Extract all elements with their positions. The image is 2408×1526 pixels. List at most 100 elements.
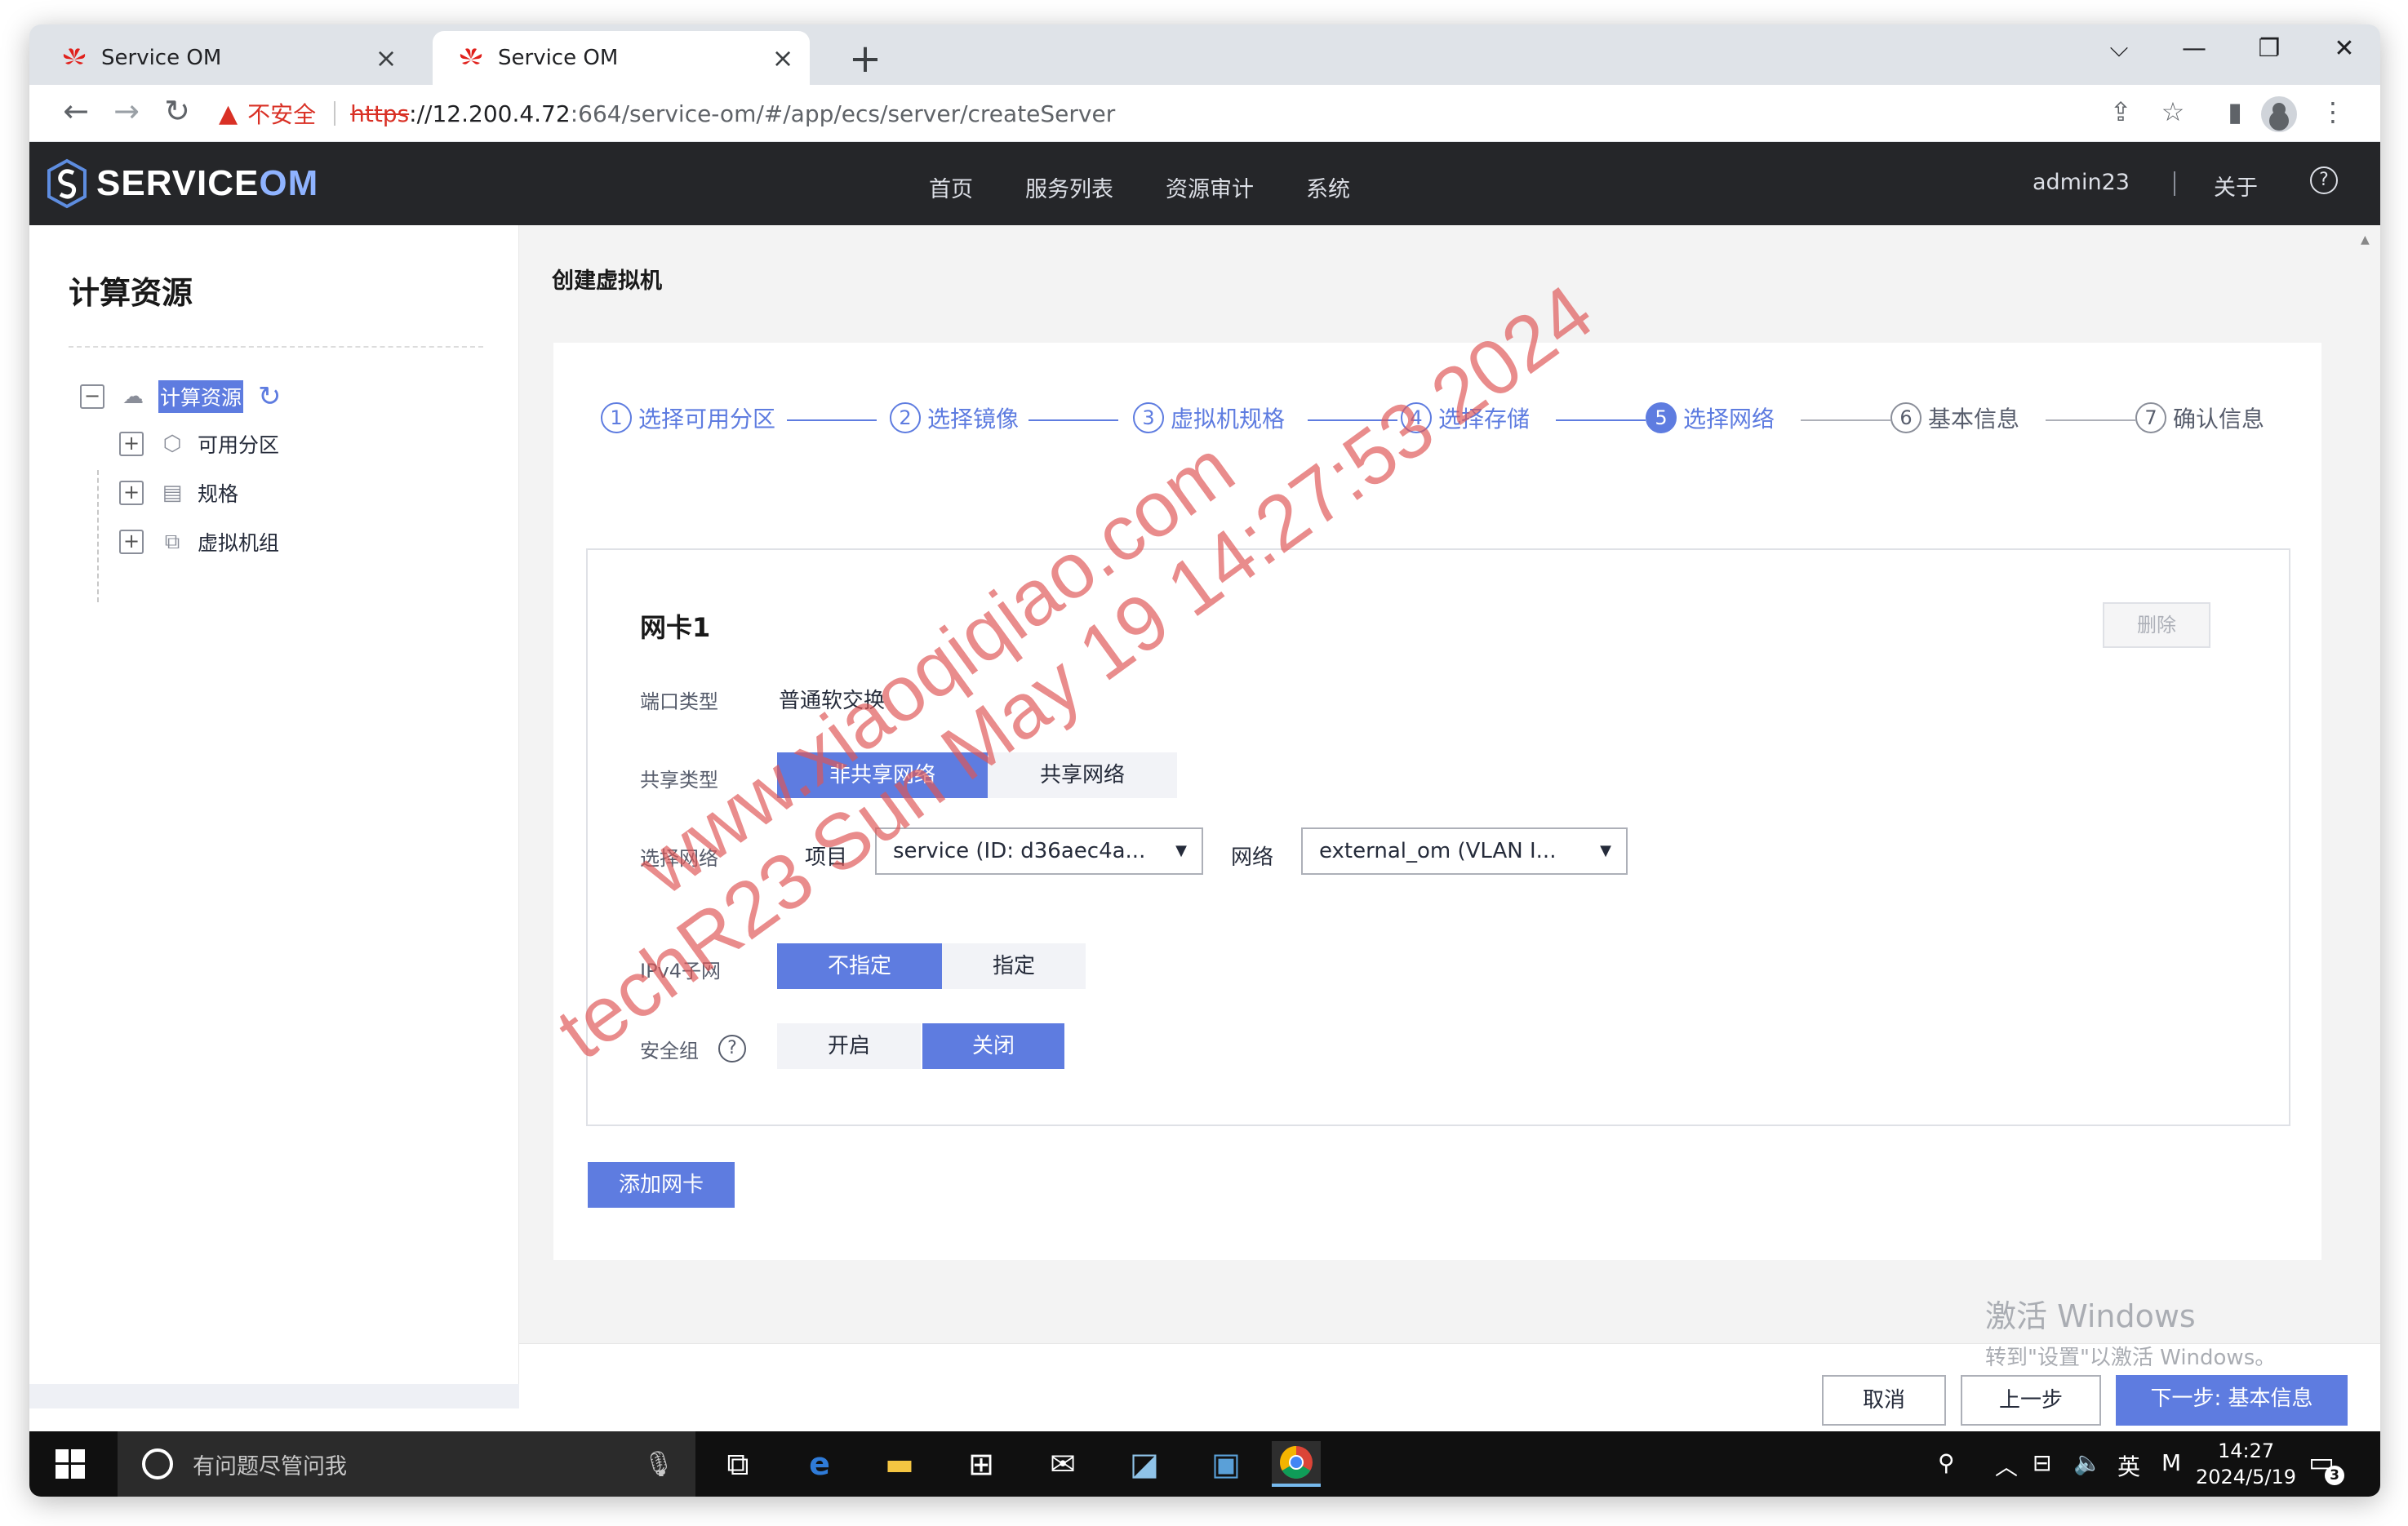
system-clock[interactable]: 14:27 2024/5/19 xyxy=(2196,1438,2296,1490)
nav-service-list[interactable]: 服务列表 xyxy=(1025,171,1113,203)
expand-icon[interactable]: + xyxy=(119,432,144,456)
tab-close-icon[interactable]: × xyxy=(771,42,795,73)
menu-kebab-icon[interactable]: ⋮ xyxy=(2315,96,2351,127)
windows-activation-notice: 激活 Windows 转到"设置"以激活 Windows。 xyxy=(1985,1291,2276,1371)
nav-system[interactable]: 系统 xyxy=(1306,171,1350,203)
nav-resource-audit[interactable]: 资源审计 xyxy=(1166,171,1254,203)
chrome-icon[interactable] xyxy=(1272,1441,1321,1487)
header-divider xyxy=(2174,171,2175,196)
help-icon[interactable]: ? xyxy=(2310,166,2338,194)
project-select[interactable]: service (ID: d36aec4a... ▼ xyxy=(875,827,1203,875)
edge-browser-icon[interactable]: e xyxy=(795,1441,844,1487)
network-icon[interactable]: ⊟ xyxy=(2033,1449,2051,1476)
ipv4-unspecified-option[interactable]: 不指定 xyxy=(777,943,942,989)
step-confirm[interactable]: 7 确认信息 xyxy=(2135,401,2264,434)
tree-label[interactable]: 虚拟机组 xyxy=(198,527,279,557)
expand-icon[interactable]: + xyxy=(119,481,144,505)
step-label: 选择存储 xyxy=(1438,406,1531,433)
add-nic-button[interactable]: 添加网卡 xyxy=(588,1162,735,1208)
step-connector xyxy=(1556,419,1646,421)
taskbar-search-box[interactable]: 有问题尽管问我 🎙 xyxy=(118,1431,695,1497)
clock-date: 2024/5/19 xyxy=(2196,1466,2297,1488)
nic-title: 网卡1 xyxy=(640,612,711,643)
close-window-button[interactable]: ✕ xyxy=(2320,34,2369,63)
shared-network-option[interactable]: 共享网络 xyxy=(988,752,1177,798)
tree-label[interactable]: 可用分区 xyxy=(198,429,279,459)
step-connector xyxy=(1308,419,1397,421)
profile-avatar[interactable] xyxy=(2261,96,2297,132)
previous-step-button[interactable]: 上一步 xyxy=(1961,1375,2101,1426)
store-icon[interactable]: ⊞ xyxy=(957,1441,1006,1487)
logo-text: SERVICEOM xyxy=(96,163,319,203)
expand-icon[interactable]: + xyxy=(119,530,144,554)
ipv4-specified-option[interactable]: 指定 xyxy=(942,943,1086,989)
refresh-icon[interactable]: ↻ xyxy=(258,380,282,413)
reload-icon[interactable]: ↻ xyxy=(157,93,198,129)
volume-icon[interactable]: 🔈 xyxy=(2073,1449,2102,1476)
back-arrow-icon[interactable]: ← xyxy=(56,93,96,129)
tree-label[interactable]: 规格 xyxy=(198,478,238,508)
step-number: 3 xyxy=(1133,402,1164,433)
about-link[interactable]: 关于 xyxy=(2214,170,2258,202)
mail-icon[interactable]: ✉ xyxy=(1038,1441,1087,1487)
main-content: 创建虚拟机 1 选择可用分区 2 选择镜像 3 虚拟机规格 4 选择存储 5 选… xyxy=(519,225,2380,1431)
browser-tab-2[interactable]: Service OM × xyxy=(433,31,810,85)
task-view-icon[interactable]: ⧉ xyxy=(713,1441,762,1487)
tree-label[interactable]: 计算资源 xyxy=(158,380,244,413)
url-field[interactable]: ▲ 不安全 https://12.200.4.72:664/service-om… xyxy=(219,95,1115,132)
ime-language[interactable]: 英 xyxy=(2117,1449,2140,1482)
step-basic-info[interactable]: 6 基本信息 xyxy=(1890,401,2019,434)
security-status[interactable]: 不安全 xyxy=(247,97,316,130)
step-select-zone[interactable]: 1 选择可用分区 xyxy=(601,401,775,434)
share-icon[interactable]: ⇪ xyxy=(2103,96,2139,127)
network-select[interactable]: external_om (VLAN I... ▼ xyxy=(1301,827,1628,875)
notes-app-icon[interactable]: ◪ xyxy=(1120,1441,1169,1487)
step-number: 1 xyxy=(601,402,632,433)
scroll-up-arrow-icon[interactable]: ▲ xyxy=(2361,233,2370,246)
ime-mode[interactable]: M xyxy=(2161,1449,2181,1476)
new-tab-button[interactable]: + xyxy=(841,36,890,82)
user-name[interactable]: admin23 xyxy=(2033,170,2130,195)
browser-window: Service OM × Service OM × + ⌵ — ❐ ✕ ← → … xyxy=(29,24,2380,1497)
forward-arrow-icon[interactable]: → xyxy=(106,93,147,129)
browser-tab-1[interactable]: Service OM × xyxy=(36,31,413,85)
step-select-network[interactable]: 5 选择网络 xyxy=(1646,401,1775,434)
next-step-button[interactable]: 下一步: 基本信息 xyxy=(2116,1375,2348,1426)
file-explorer-icon[interactable]: ▬ xyxy=(875,1441,924,1487)
huawei-logo-icon xyxy=(460,48,482,64)
step-select-image[interactable]: 2 选择镜像 xyxy=(890,401,1019,434)
security-group-off-option[interactable]: 关闭 xyxy=(922,1023,1064,1069)
side-panel-icon[interactable]: ▮ xyxy=(2217,96,2253,127)
restore-button[interactable]: ❐ xyxy=(2245,34,2294,63)
non-shared-network-option[interactable]: 非共享网络 xyxy=(777,752,988,798)
tree-item-availability-zone[interactable]: + ⬡ 可用分区 xyxy=(119,429,279,459)
step-connector xyxy=(1029,419,1118,421)
activation-hint: 转到"设置"以激活 Windows。 xyxy=(1985,1346,2277,1370)
app-header: SERVICEOM 首页 服务列表 资源审计 系统 admin23 关于 ? xyxy=(29,142,2380,225)
microphone-icon[interactable]: 🎙 xyxy=(643,1450,674,1479)
step-vm-flavor[interactable]: 3 虚拟机规格 xyxy=(1133,401,1285,434)
bookmark-star-icon[interactable]: ☆ xyxy=(2155,96,2191,127)
step-label: 选择可用分区 xyxy=(638,406,776,433)
security-group-on-option[interactable]: 开启 xyxy=(777,1023,921,1069)
tree-item-flavor[interactable]: + ▤ 规格 xyxy=(119,478,238,508)
remote-desktop-icon[interactable]: ▣ xyxy=(1202,1441,1251,1487)
windows-start-icon[interactable] xyxy=(54,1448,87,1480)
minimize-button[interactable]: — xyxy=(2170,34,2219,63)
serviceom-logo[interactable]: SERVICEOM xyxy=(46,158,318,209)
clock-time: 14:27 xyxy=(2217,1439,2275,1462)
question-help-icon[interactable]: ? xyxy=(718,1035,746,1062)
tree-item-vm-group[interactable]: + ⧉ 虚拟机组 xyxy=(119,527,279,557)
nav-home[interactable]: 首页 xyxy=(929,171,973,203)
tab-search-dropdown-icon[interactable]: ⌵ xyxy=(2095,34,2144,63)
delete-nic-button[interactable]: 删除 xyxy=(2103,602,2210,648)
notification-count-badge: 3 xyxy=(2325,1466,2344,1485)
collapse-icon[interactable]: − xyxy=(80,384,104,409)
cancel-button[interactable]: 取消 xyxy=(1822,1375,1946,1426)
tab-close-icon[interactable]: × xyxy=(374,42,398,73)
tray-overflow-icon[interactable]: ︿ xyxy=(1995,1449,2018,1482)
tree-item-compute-resources[interactable]: − ☁ 计算资源 ↻ xyxy=(80,380,282,413)
people-icon[interactable]: ⚲ xyxy=(1938,1449,1955,1476)
step-select-storage[interactable]: 4 选择存储 xyxy=(1401,401,1530,434)
address-bar: ← → ↻ ▲ 不安全 https://12.200.4.72:664/serv… xyxy=(29,85,2380,142)
